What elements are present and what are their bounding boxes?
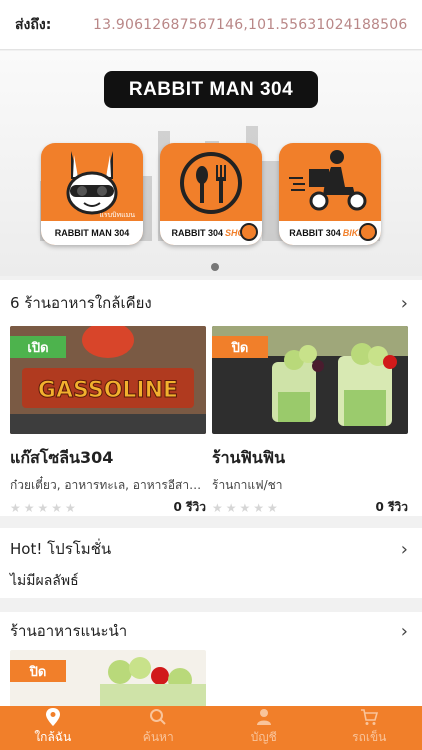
restaurant-card[interactable]: ปิด ร้านฟินฟิน ร้านกาแฟ/ชา ★★★★★ 0 รีวิว bbox=[212, 326, 408, 517]
nearby-section-header[interactable]: 6 ร้านอาหารใกล้เคียง › bbox=[0, 280, 422, 326]
recommended-section: ร้านอาหารแนะนำ › ปิด bbox=[0, 612, 422, 712]
restaurant-image: ปิด bbox=[10, 650, 206, 710]
tab-label: ค้นหา bbox=[142, 730, 174, 744]
svg-text:GASSOLINE: GASSOLINE bbox=[38, 378, 178, 403]
rabbit-biker-tile[interactable]: RABBIT 304 BIKER bbox=[279, 143, 381, 245]
banner-title: RABBIT MAN 304 bbox=[104, 71, 318, 108]
tab-nearby[interactable]: ใกล้ฉัน bbox=[0, 706, 106, 750]
user-icon bbox=[256, 709, 271, 725]
cart-icon bbox=[361, 709, 379, 725]
review-count: 0 รีวิว bbox=[173, 500, 206, 514]
location-pin-icon bbox=[45, 708, 60, 726]
rating-stars-icon: ★★★★★ bbox=[212, 500, 281, 515]
restaurant-card[interactable]: GASSOLINE เปิด แก๊สโซลีน304 ก๋วยเตี๋ยว, … bbox=[10, 326, 206, 517]
tab-label: รถเข็น bbox=[352, 730, 387, 744]
promotions-section: Hot! โปรโมชั่น › ไม่มีผลลัพธ์ bbox=[0, 528, 422, 598]
tab-label: บัญชี bbox=[250, 730, 277, 744]
chevron-right-icon[interactable]: › bbox=[401, 539, 408, 560]
tile-caption: RABBIT MAN 304 bbox=[41, 221, 143, 245]
no-results-text: ไม่มีผลลัพธ์ bbox=[10, 573, 79, 589]
open-status-badge: เปิด bbox=[10, 336, 66, 358]
bottom-tab-bar: ใกล้ฉัน ค้นหา บัญชี รถเข็น bbox=[0, 706, 422, 750]
rabbit-man-tile[interactable]: แรบบิทแมน RABBIT MAN 304 bbox=[41, 143, 143, 245]
restaurant-name: แก๊สโซลีน304 bbox=[10, 448, 114, 467]
rabbit-man-thai-caption: แรบบิทแมน bbox=[99, 211, 135, 219]
restaurant-name: ร้านฟินฟิน bbox=[212, 448, 286, 467]
carousel-page-indicator[interactable] bbox=[211, 263, 219, 271]
promotions-section-title: Hot! โปรโมชั่น bbox=[10, 540, 112, 558]
tab-account[interactable]: บัญชี bbox=[211, 706, 317, 750]
nearby-section-title: 6 ร้านอาหารใกล้เคียง bbox=[10, 294, 152, 312]
delivery-scooter-icon bbox=[289, 150, 367, 211]
review-count: 0 รีวิว bbox=[375, 500, 408, 514]
rating-stars-icon: ★★★★★ bbox=[10, 500, 79, 515]
rabbit-logo-badge-icon bbox=[359, 223, 377, 241]
restaurant-image: ปิด bbox=[212, 326, 408, 434]
delivery-location-bar[interactable]: ส่งถึง: 13.90612687567146,101.5563102418… bbox=[0, 0, 422, 50]
rabbit-shop-tile[interactable]: RABBIT 304 SHOP bbox=[160, 143, 262, 245]
recommended-section-title: ร้านอาหารแนะนำ bbox=[10, 622, 128, 640]
search-icon bbox=[150, 709, 166, 725]
rabbit-logo-badge-icon bbox=[240, 223, 258, 241]
delivery-coordinates: 13.90612687567146,101.55631024188506 bbox=[93, 16, 408, 33]
nearby-restaurants-section: 6 ร้านอาหารใกล้เคียง › GASSOLINE เปิด แก… bbox=[0, 280, 422, 516]
promo-banner-carousel[interactable]: RABBIT MAN 304 แรบบิทแมน RABBIT MAN 304 … bbox=[0, 51, 422, 276]
restaurant-category: ก๋วยเตี๋ยว, อาหารทะเล, อาหารอีสาน... bbox=[10, 478, 206, 492]
deliver-to-label: ส่งถึง: bbox=[15, 16, 52, 33]
recommended-section-header[interactable]: ร้านอาหารแนะนำ › bbox=[0, 612, 422, 650]
chevron-right-icon[interactable]: › bbox=[401, 621, 408, 642]
tab-search[interactable]: ค้นหา bbox=[106, 706, 212, 750]
restaurant-image: GASSOLINE เปิด bbox=[10, 326, 206, 434]
chevron-right-icon[interactable]: › bbox=[401, 293, 408, 314]
tab-label: ใกล้ฉัน bbox=[34, 730, 72, 744]
restaurant-category: ร้านกาแฟ/ชา bbox=[212, 478, 283, 492]
closed-status-badge: ปิด bbox=[10, 660, 66, 682]
tab-cart[interactable]: รถเข็น bbox=[317, 706, 422, 750]
closed-status-badge: ปิด bbox=[212, 336, 268, 358]
promotions-section-header[interactable]: Hot! โปรโมชั่น › bbox=[0, 528, 422, 570]
plate-cutlery-icon bbox=[180, 152, 242, 214]
restaurant-card[interactable]: ปิด bbox=[10, 650, 206, 710]
